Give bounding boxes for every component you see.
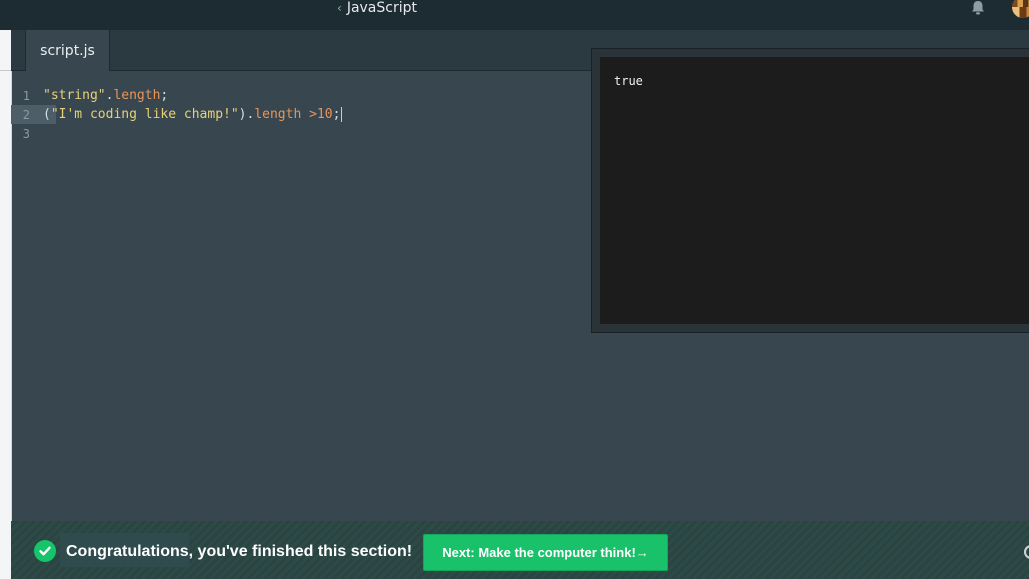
left-panel-edge-bottom: [0, 521, 11, 579]
code-line[interactable]: 3: [11, 124, 591, 143]
code-text: ("I'm coding like champ!").length >10;: [43, 107, 343, 122]
checkmark-icon: [39, 546, 51, 556]
top-bar: ‹ JavaScript: [0, 0, 1029, 30]
line-number: 3: [22, 126, 30, 141]
divider: [0, 70, 11, 71]
code-text: "string".length;: [43, 88, 169, 103]
success-message: Congratulations, you've finished this se…: [66, 543, 413, 560]
line-number: 2: [22, 107, 30, 122]
tab-script-js[interactable]: script.js: [25, 30, 110, 71]
course-title: JavaScript: [346, 0, 417, 16]
code-editor[interactable]: 1 "string".length; 2 ("I'm coding like c…: [11, 71, 591, 521]
code-line-active[interactable]: 2 ("I'm coding like champ!").length >10;: [11, 105, 591, 124]
bell-icon[interactable]: [969, 0, 987, 16]
course-back-link[interactable]: ‹ JavaScript: [337, 0, 417, 18]
console-output: true: [600, 57, 1029, 324]
output-text: true: [614, 74, 643, 88]
line-number: 1: [22, 88, 30, 103]
code-line[interactable]: 1 "string".length;: [11, 86, 591, 105]
avatar[interactable]: [1012, 0, 1029, 18]
chevron-left-icon: ‹: [337, 1, 342, 15]
next-lesson-button[interactable]: Next: Make the computer think!→: [423, 534, 668, 571]
check-circle-icon: [34, 540, 56, 562]
text-cursor: [341, 107, 343, 122]
